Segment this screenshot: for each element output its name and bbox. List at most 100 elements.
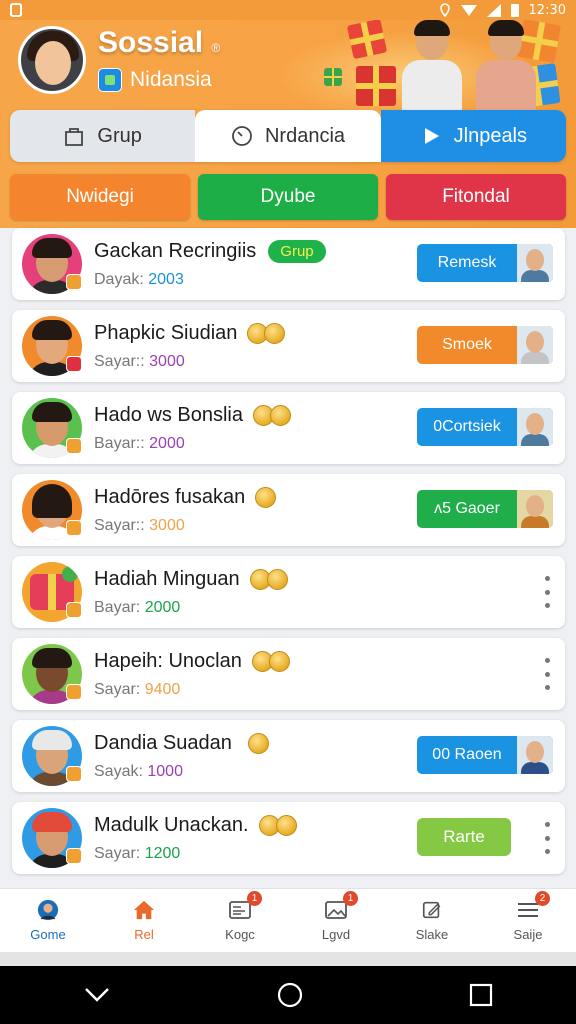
item-sub: Bayar:: 2000 — [94, 435, 185, 452]
promo-people — [388, 18, 548, 112]
thumbnail — [517, 490, 553, 528]
item-name: Hado ws Bonslia — [94, 404, 291, 427]
nav-item-gome[interactable]: Gome — [0, 889, 96, 952]
action-button[interactable]: 0Cortsiek — [417, 408, 553, 446]
list-item[interactable]: Phapkic Siudian Sayar:: 3000 Smoek — [12, 310, 565, 382]
badge-icon — [66, 356, 82, 372]
coin-icon — [258, 815, 297, 836]
item-sub: Sayar: 1200 — [94, 845, 181, 862]
list-item[interactable]: Gackan Recringiis Grup Dayak: 2003 Remesk — [12, 228, 565, 300]
item-sub: Sayar:: 3000 — [94, 517, 185, 534]
nav-item-lgvd[interactable]: 1 Lgvd — [288, 889, 384, 952]
main-tabs: Grup Nrdancia Jlnpeals — [10, 110, 566, 162]
category-button-dyube[interactable]: Dyube — [198, 174, 378, 220]
profile-icon — [37, 899, 59, 921]
notification-badge: 1 — [247, 891, 262, 906]
notification-icon — [10, 3, 22, 17]
list-item[interactable]: Hapeih: Unoclan Sayar: 9400 — [12, 638, 565, 710]
item-sub: Dayak: 2003 — [94, 271, 184, 288]
nav-divider — [0, 952, 576, 966]
contact-list: Gackan Recringiis Grup Dayak: 2003 Remesk… — [0, 228, 576, 888]
tab-grup[interactable]: Grup — [10, 110, 196, 162]
nav-item-saije[interactable]: 2 Saije — [480, 889, 576, 952]
status-time: 12:30 — [528, 2, 566, 18]
home-circle-icon[interactable] — [277, 982, 303, 1008]
item-sub: Sayak: 1000 — [94, 763, 183, 780]
app-subtitle: Nidansia — [98, 68, 212, 92]
coin-icon — [249, 569, 288, 590]
recents-icon[interactable] — [469, 983, 493, 1007]
clock-icon — [232, 126, 252, 146]
gallery-icon: 1 — [324, 891, 358, 921]
list-item[interactable]: Hadōres fusakan Sayar:: 3000 ʌ5 Gaoer — [12, 474, 565, 546]
item-name: Gackan Recringiis Grup — [94, 240, 326, 263]
notification-badge: 2 — [535, 891, 550, 906]
category-button-nwidegi[interactable]: Nwidegi — [10, 174, 190, 220]
action-button[interactable]: ʌ5 Gaoer — [417, 490, 553, 528]
more-options-icon[interactable] — [539, 658, 555, 690]
category-button-fitondal[interactable]: Fitondal — [386, 174, 566, 220]
badge-icon — [66, 766, 82, 782]
list-item[interactable]: Madulk Unackan. Sayar: 1200 Rarte — [12, 802, 565, 874]
system-nav-bar — [0, 966, 576, 1024]
coin-icon — [252, 405, 291, 426]
gift-icon — [324, 68, 342, 86]
wifi-icon — [460, 4, 477, 16]
coin-icon — [247, 733, 269, 754]
thumbnail — [517, 326, 553, 364]
thumbnail — [517, 244, 553, 282]
item-sub: Sayar:: 3000 — [94, 353, 185, 370]
coin-icon — [251, 651, 290, 672]
app-chip-icon — [98, 68, 122, 92]
item-sub: Bayar: 2000 — [94, 599, 181, 616]
action-button[interactable]: Rarte — [417, 818, 511, 856]
badge-icon — [66, 438, 82, 454]
play-icon — [424, 128, 439, 144]
status-bar: 12:30 — [0, 0, 576, 20]
edit-icon — [422, 901, 441, 919]
item-name: Hadōres fusakan — [94, 486, 277, 509]
action-button[interactable]: 00 Raoen — [417, 736, 553, 774]
back-icon[interactable] — [83, 985, 111, 1005]
bag-icon — [65, 128, 84, 146]
item-name: Hapeih: Unoclan — [94, 650, 290, 673]
tab-nrdancia[interactable]: Nrdancia — [195, 110, 381, 162]
list-item[interactable]: Hado ws Bonslia Bayar:: 2000 0Cortsiek — [12, 392, 565, 464]
menu-icon: 2 — [516, 891, 550, 921]
thumbnail — [517, 408, 553, 446]
list-item[interactable]: Dandia Suadan Sayak: 1000 00 Raoen — [12, 720, 565, 792]
signal-icon — [486, 3, 501, 17]
item-name: Phapkic Siudian — [94, 322, 286, 345]
tab-jlnpeals[interactable]: Jlnpeals — [380, 110, 566, 162]
category-bar: Nwidegi Dyube Fitondal — [10, 174, 566, 220]
item-sub: Sayar: 9400 — [94, 681, 181, 698]
notification-badge: 1 — [343, 891, 358, 906]
item-name: Dandia Suadan — [94, 732, 269, 755]
coin-icon — [247, 323, 286, 344]
badge-icon — [66, 520, 82, 536]
action-button[interactable]: Smoek — [417, 326, 553, 364]
nav-item-slake[interactable]: Slake — [384, 889, 480, 952]
brand-avatar[interactable] — [18, 26, 86, 94]
news-icon: 1 — [228, 891, 262, 921]
more-options-icon[interactable] — [539, 576, 555, 608]
item-name: Hadiah Minguan — [94, 568, 288, 591]
badge-icon — [66, 602, 82, 618]
bottom-nav: Gome Rel 1 Kogc 1 Lgvd Slake 2 Saije — [0, 888, 576, 952]
action-button[interactable]: Remesk — [417, 244, 553, 282]
thumbnail — [517, 736, 553, 774]
location-icon — [439, 3, 450, 17]
badge-icon — [66, 684, 82, 700]
gift-icon — [346, 18, 388, 60]
nav-item-kogc[interactable]: 1 Kogc — [192, 889, 288, 952]
coin-icon — [255, 487, 277, 508]
nav-item-rel[interactable]: Rel — [96, 889, 192, 952]
badge-icon — [66, 848, 82, 864]
badge-icon — [66, 274, 82, 290]
home-icon — [133, 900, 155, 920]
app-title: Sossial ® — [98, 26, 221, 59]
battery-icon — [510, 4, 519, 17]
item-name: Madulk Unackan. — [94, 814, 297, 837]
more-options-icon[interactable] — [539, 822, 555, 854]
list-item[interactable]: Hadiah Minguan Bayar: 2000 — [12, 556, 565, 628]
